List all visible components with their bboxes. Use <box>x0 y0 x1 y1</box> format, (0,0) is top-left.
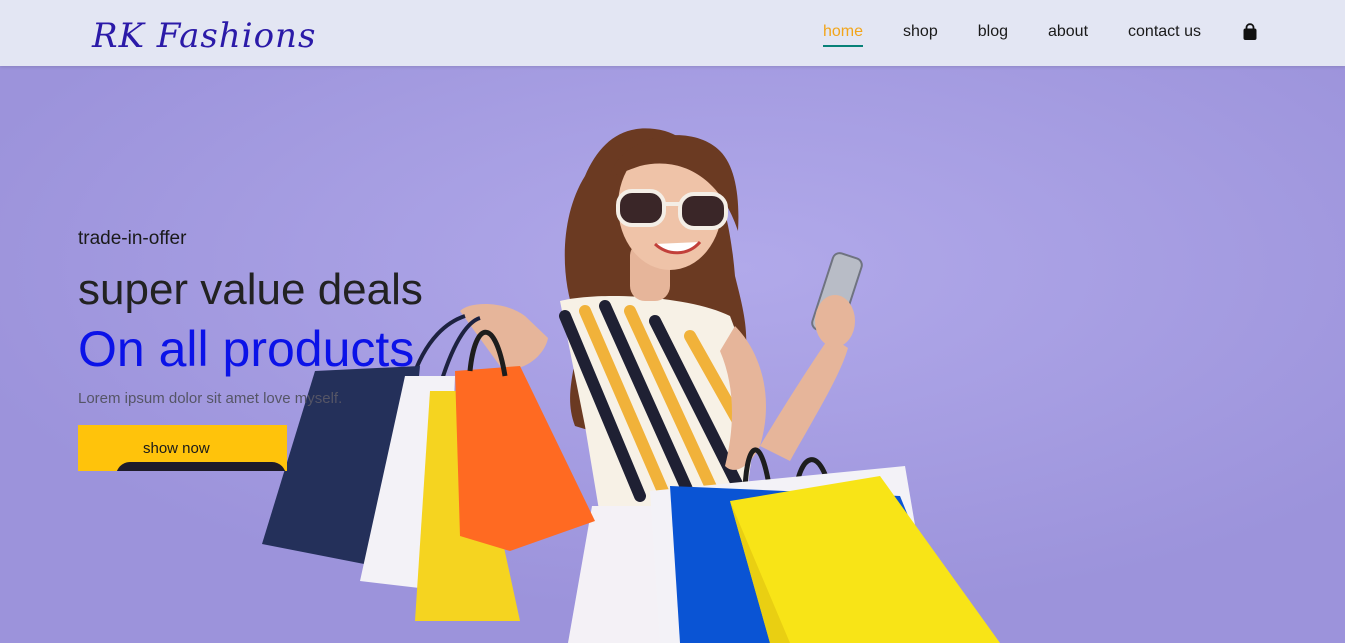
site-header: RK Fashions home shop blog about contact… <box>0 0 1345 66</box>
nav-shop[interactable]: shop <box>903 23 938 41</box>
show-now-label: show now <box>143 440 210 457</box>
brand-logo[interactable]: RK Fashions <box>92 16 316 56</box>
nav-contact-us[interactable]: contact us <box>1128 23 1201 41</box>
hero-heading: super value deals <box>78 265 423 314</box>
show-now-button[interactable]: show now <box>78 425 287 471</box>
nav-about[interactable]: about <box>1048 23 1088 41</box>
nav-home[interactable]: home <box>823 23 864 47</box>
hero-content: trade-in-offer super value deals On all … <box>78 228 423 471</box>
hand <box>815 295 855 347</box>
trade-offer-label: trade-in-offer <box>78 228 187 249</box>
button-decoration <box>116 462 286 471</box>
hero-subheading: On all products <box>78 321 415 377</box>
main-nav: home shop blog about contact us <box>823 23 1259 47</box>
nav-blog[interactable]: blog <box>978 23 1008 41</box>
hero-description: Lorem ipsum dolor sit amet love myself. <box>78 390 343 407</box>
page: RK Fashions home shop blog about contact… <box>0 0 1345 643</box>
shopping-bag-icon[interactable] <box>1241 23 1259 41</box>
